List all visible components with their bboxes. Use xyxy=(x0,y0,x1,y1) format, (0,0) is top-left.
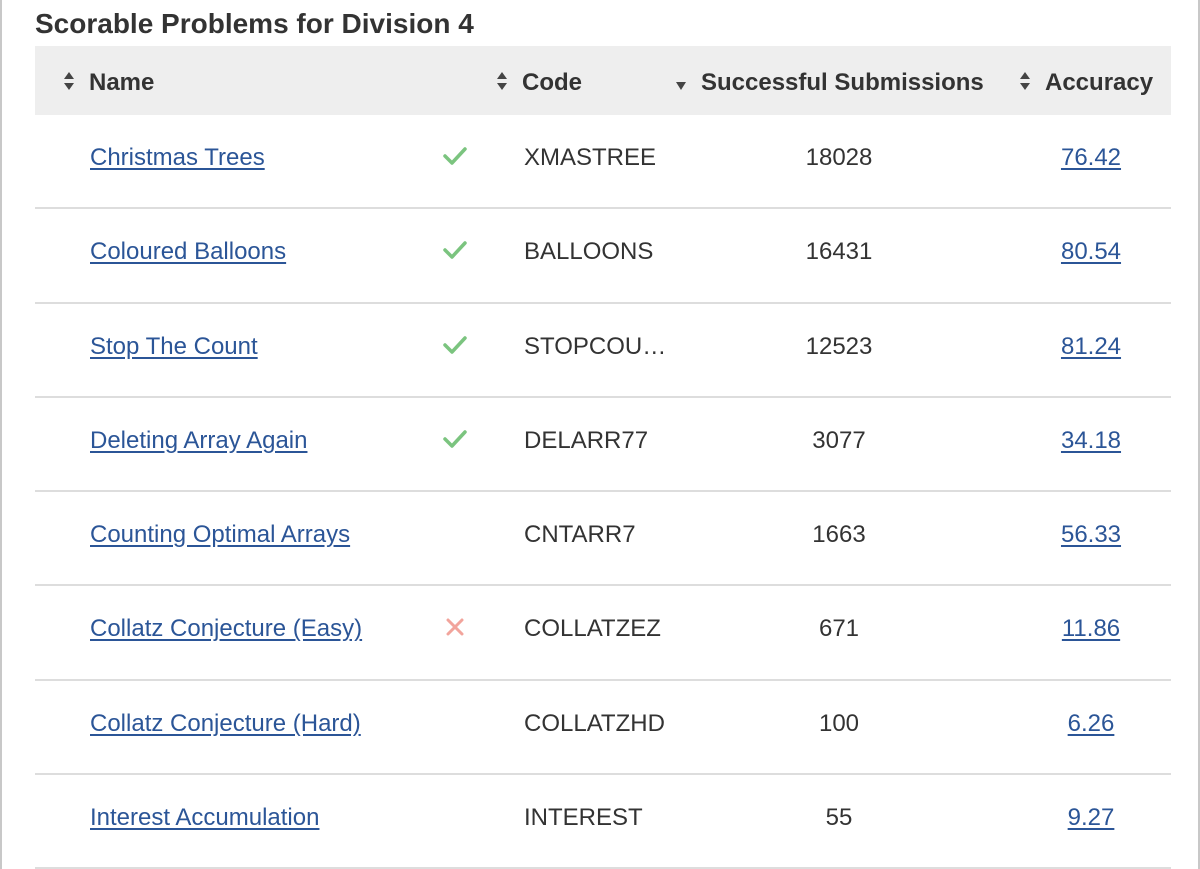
accuracy-link[interactable]: 9.27 xyxy=(1068,804,1115,831)
problem-code: BALLOONS xyxy=(524,238,654,266)
accuracy-link[interactable]: 81.24 xyxy=(1061,333,1121,360)
problem-name-link[interactable]: Deleting Array Again xyxy=(90,427,307,454)
check-icon xyxy=(443,430,467,448)
problem-name-link[interactable]: Interest Accumulation xyxy=(90,804,319,831)
table-row: Stop The Count STOPCOU… 12523 81.24 xyxy=(35,304,1171,398)
status-cell xyxy=(443,492,467,586)
successful-submissions: 1663 xyxy=(812,521,866,549)
sort-both-icon xyxy=(496,71,508,91)
table-body: Christmas Trees XMASTREE 18028 76.42 Col… xyxy=(35,115,1171,869)
problem-name-link[interactable]: Collatz Conjecture (Easy) xyxy=(90,615,362,642)
problem-name-link[interactable]: Coloured Balloons xyxy=(90,238,286,265)
successful-submissions: 100 xyxy=(818,709,860,737)
problem-name-link[interactable]: Stop The Count xyxy=(90,333,258,360)
problems-table: Name Code Successful Submissions Accurac… xyxy=(35,46,1171,869)
sort-both-icon xyxy=(1019,71,1031,91)
accuracy-link[interactable]: 80.54 xyxy=(1061,238,1121,265)
check-icon xyxy=(443,241,467,260)
problem-code: CNTARR7 xyxy=(524,521,636,549)
check-icon xyxy=(443,147,467,165)
successful-submissions: 16431 xyxy=(805,238,873,266)
table-row: Collatz Conjecture (Hard) COLLATZHD 100 … xyxy=(35,681,1171,776)
accuracy-link[interactable]: 11.86 xyxy=(1062,615,1120,642)
status-cell xyxy=(443,681,467,775)
sort-both-icon xyxy=(63,71,75,91)
check-icon xyxy=(443,335,467,354)
accuracy-link[interactable]: 6.26 xyxy=(1068,710,1115,737)
table-row: Counting Optimal Arrays CNTARR7 1663 56.… xyxy=(35,492,1171,587)
problem-code: INTEREST xyxy=(524,804,643,832)
table-header: Name Code Successful Submissions Accurac… xyxy=(35,46,1171,115)
problem-name-link[interactable]: Christmas Trees xyxy=(90,144,265,171)
column-header-accuracy[interactable]: Accuracy xyxy=(1019,46,1153,115)
column-header-name-label: Name xyxy=(89,69,155,96)
successful-submissions: 671 xyxy=(818,615,860,643)
problem-name-link[interactable]: Collatz Conjecture (Hard) xyxy=(90,710,361,737)
status-cell xyxy=(443,586,467,680)
problem-name-link[interactable]: Counting Optimal Arrays xyxy=(90,521,350,548)
status-cell xyxy=(443,775,467,869)
successful-submissions: 55 xyxy=(825,804,853,832)
table-row: Collatz Conjecture (Easy) COLLATZEZ 671 … xyxy=(35,586,1171,681)
problem-code: XMASTREE xyxy=(524,144,657,171)
column-header-name[interactable]: Name xyxy=(63,46,154,115)
status-cell xyxy=(443,209,467,303)
status-cell xyxy=(443,115,467,209)
page-frame: Scorable Problems for Division 4 Name Co… xyxy=(0,0,1200,869)
column-header-code-label: Code xyxy=(522,69,582,96)
table-row: Deleting Array Again DELARR77 3077 34.18 xyxy=(35,398,1171,493)
problem-code: STOPCOU… xyxy=(524,332,667,360)
successful-submissions: 3077 xyxy=(812,426,866,454)
table-row: Interest Accumulation INTEREST 55 9.27 xyxy=(35,775,1171,869)
status-cell xyxy=(443,304,467,398)
column-header-accuracy-label: Accuracy xyxy=(1045,69,1154,96)
problem-code: COLLATZHD xyxy=(524,709,665,737)
table-row: Christmas Trees XMASTREE 18028 76.42 xyxy=(35,115,1171,210)
problem-code: DELARR77 xyxy=(524,426,649,454)
column-header-submissions[interactable]: Successful Submissions xyxy=(675,46,984,115)
accuracy-link[interactable]: 56.33 xyxy=(1061,521,1121,548)
successful-submissions: 12523 xyxy=(805,332,873,360)
problem-code: COLLATZEZ xyxy=(524,615,661,643)
column-header-submissions-label: Successful Submissions xyxy=(701,69,984,96)
accuracy-link[interactable]: 34.18 xyxy=(1061,427,1121,454)
table-row: Coloured Balloons BALLOONS 16431 80.54 xyxy=(35,209,1171,304)
page-title: Scorable Problems for Division 4 xyxy=(35,8,474,39)
accuracy-link[interactable]: 76.42 xyxy=(1061,144,1121,171)
cross-icon xyxy=(446,618,464,636)
sort-desc-icon xyxy=(675,81,687,91)
successful-submissions: 18028 xyxy=(805,144,873,171)
status-cell xyxy=(443,398,467,492)
column-header-code[interactable]: Code xyxy=(496,46,582,115)
